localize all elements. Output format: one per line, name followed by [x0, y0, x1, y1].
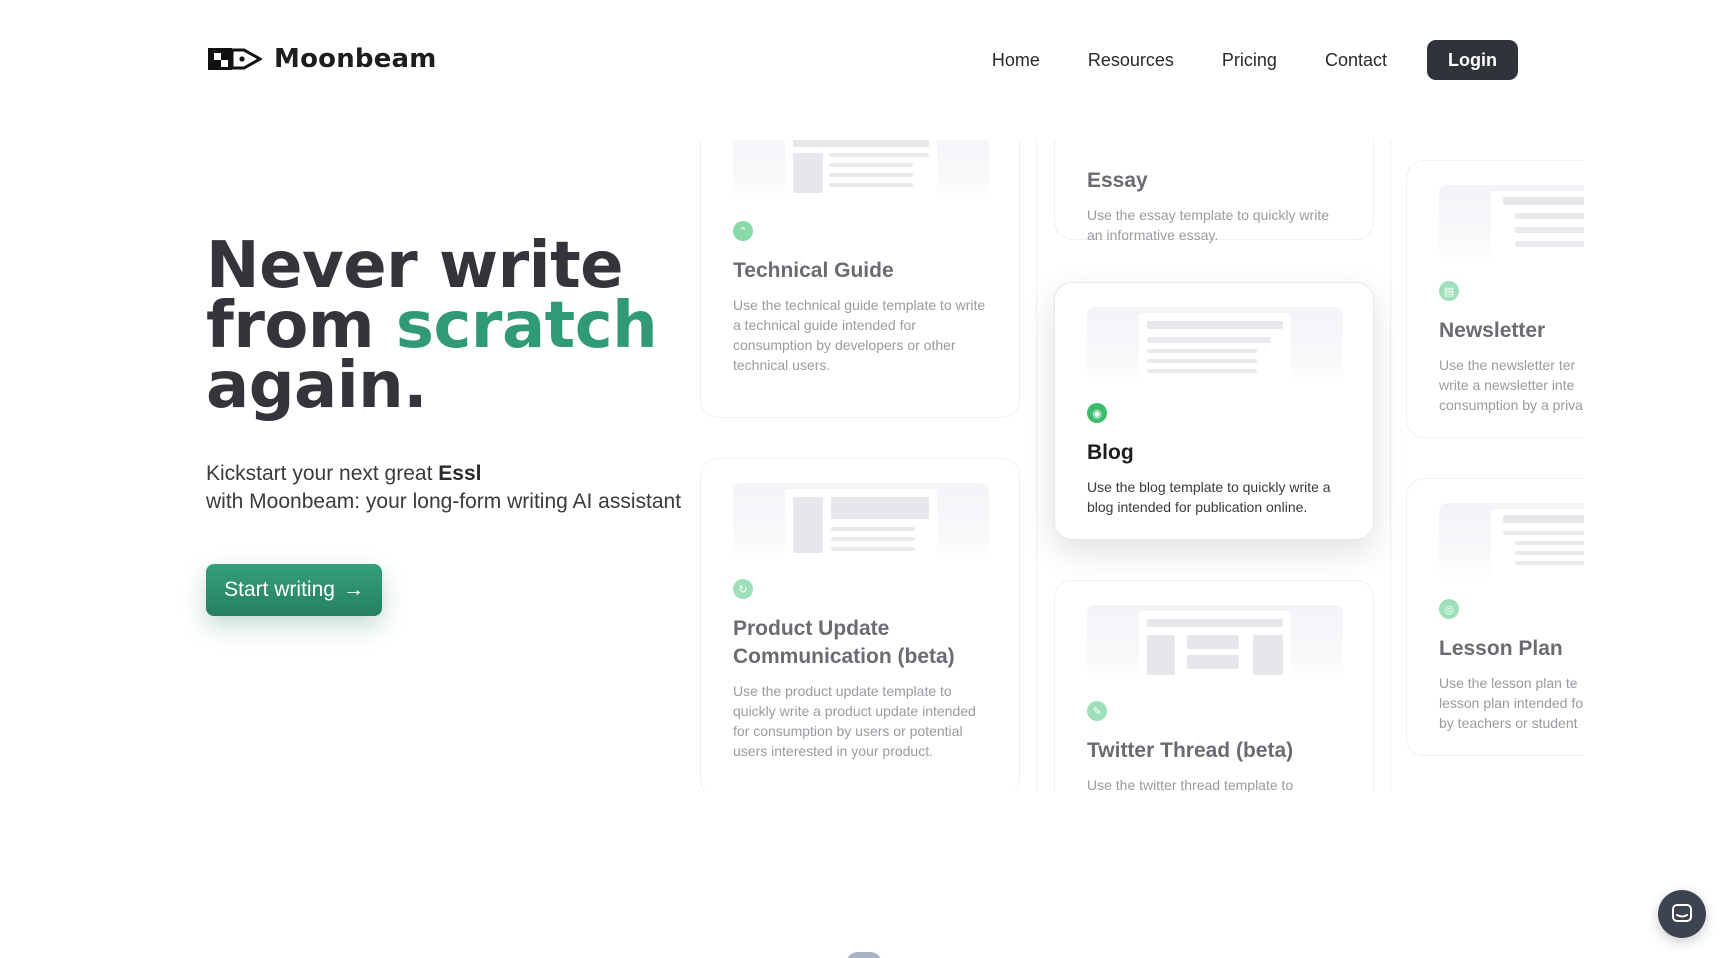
- card-description: Use the technical guide template to writ…: [733, 297, 986, 373]
- hero-subtitle-prefix: Kickstart your next great: [206, 462, 439, 485]
- template-card-blog[interactable]: ◉ Blog Use the blog template to quickly …: [1054, 282, 1374, 540]
- hero-subtitle-line1: Kickstart your next great Essl: [206, 460, 681, 488]
- login-button[interactable]: Login: [1427, 40, 1518, 80]
- card-thumbnail: [1087, 307, 1343, 385]
- hero-subtitle-line2: with Moonbeam: your long-form writing AI…: [206, 490, 682, 513]
- hero-subtitle: Kickstart your next great Essl with Moon…: [206, 460, 681, 516]
- chevron-up-icon: ⌃: [733, 221, 753, 241]
- column-divider: [1390, 140, 1391, 792]
- card-title: Technical Guide: [733, 259, 894, 282]
- card-title: Essay: [1087, 169, 1148, 192]
- card-title: Product Update Communication (beta): [733, 617, 955, 668]
- nav-link-resources[interactable]: Resources: [1088, 40, 1174, 80]
- template-card-product-update[interactable]: ↻ Product Update Communication (beta) Us…: [700, 458, 1020, 792]
- refresh-icon: ↻: [733, 579, 753, 599]
- template-card-lesson-plan[interactable]: ◎ Lesson Plan Use the lesson plan te les…: [1406, 478, 1584, 756]
- template-card-newsletter[interactable]: ▤ Newsletter Use the newsletter ter writ…: [1406, 160, 1584, 438]
- nav-links: Home Resources Pricing Contact Login: [992, 40, 1518, 80]
- template-card-grid: ⌃ Technical Guide Use the technical guid…: [690, 140, 1584, 792]
- card-thumbnail: [1439, 503, 1584, 581]
- nav-link-contact[interactable]: Contact: [1325, 40, 1387, 80]
- newsletter-icon: ▤: [1439, 281, 1459, 301]
- card-thumbnail: [1087, 605, 1343, 683]
- moonbeam-logo-icon: [208, 48, 262, 70]
- nav-link-pricing[interactable]: Pricing: [1222, 40, 1277, 80]
- arrow-right-icon: →: [342, 578, 364, 601]
- card-description: Use the blog template to quickly write a…: [1087, 479, 1331, 515]
- rss-icon: ◉: [1087, 403, 1107, 423]
- hero-title-line1: Never write: [206, 229, 624, 303]
- card-description: Use the essay template to quickly write …: [1087, 207, 1329, 243]
- card-title: Twitter Thread (beta): [1087, 739, 1294, 762]
- brand-name: Moonbeam: [274, 44, 437, 74]
- card-description: Use the product update template to quick…: [733, 683, 976, 759]
- chat-icon: [1672, 904, 1692, 922]
- card-description: Use the newsletter ter write a newslette…: [1439, 357, 1583, 413]
- hero-title-line3: again.: [206, 349, 428, 423]
- start-writing-label: Start writing: [224, 578, 335, 601]
- card-title: Blog: [1087, 441, 1134, 464]
- top-navigation: Moonbeam Home Resources Pricing Contact …: [0, 0, 1724, 120]
- hero-title: Never write from scratch again.: [206, 229, 658, 423]
- brand-logo[interactable]: Moonbeam: [206, 44, 437, 74]
- chat-launcher-button[interactable]: [1658, 890, 1706, 938]
- target-icon: ◎: [1439, 599, 1459, 619]
- template-card-essay[interactable]: Essay Use the essay template to quickly …: [1054, 140, 1374, 243]
- card-title: Lesson Plan: [1439, 637, 1563, 660]
- template-card-technical-guide[interactable]: ⌃ Technical Guide Use the technical guid…: [700, 140, 1020, 418]
- section-peek-avatar: [846, 952, 882, 958]
- hero-subtitle-typed-word: Essl: [438, 462, 482, 485]
- hero-title-accent: scratch: [395, 289, 658, 363]
- card-description: Use the twitter thread template to: [1087, 777, 1294, 792]
- card-thumbnail: [733, 140, 989, 203]
- column-divider: [1036, 140, 1037, 792]
- nav-link-home[interactable]: Home: [992, 40, 1040, 80]
- start-writing-button[interactable]: Start writing →: [206, 564, 382, 616]
- hero-title-line2: from scratch: [206, 294, 658, 358]
- card-thumbnail: [733, 483, 989, 561]
- chat-icon: ✎: [1087, 701, 1107, 721]
- template-card-twitter-thread[interactable]: ✎ Twitter Thread (beta) Use the twitter …: [1054, 580, 1374, 792]
- card-title: Newsletter: [1439, 319, 1546, 342]
- card-description: Use the lesson plan te lesson plan inten…: [1439, 675, 1583, 731]
- card-thumbnail: [1439, 185, 1584, 263]
